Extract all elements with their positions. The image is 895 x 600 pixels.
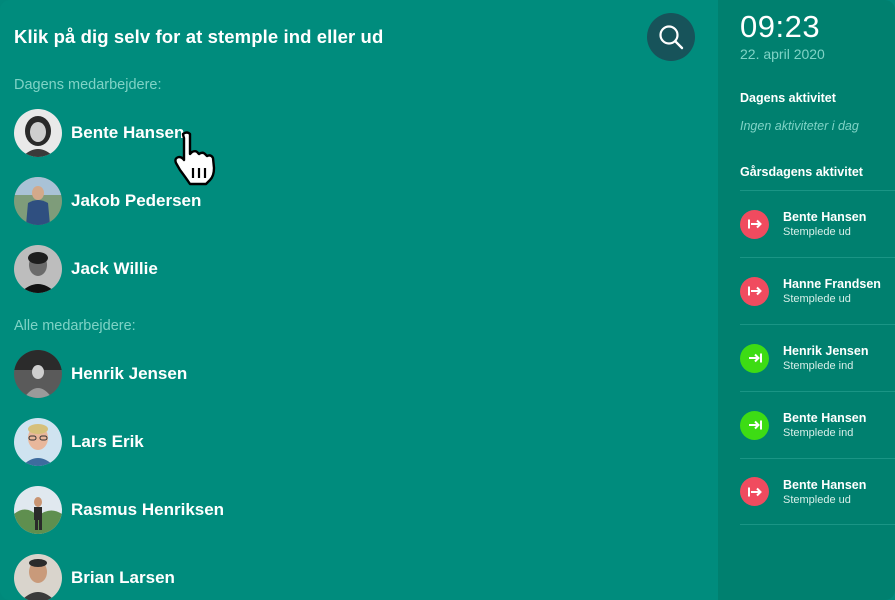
employee-jack-willie[interactable]: Jack Willie bbox=[14, 245, 158, 293]
employee-name: Lars Erik bbox=[71, 432, 144, 451]
avatar bbox=[14, 554, 62, 600]
employee-rasmus-henriksen[interactable]: Rasmus Henriksen bbox=[14, 486, 224, 534]
clock-out-icon bbox=[740, 209, 769, 239]
employee-henrik-jensen[interactable]: Henrik Jensen bbox=[14, 350, 187, 398]
activity-item: Bente Hansen Stemplede ud bbox=[740, 458, 895, 525]
employee-name: Brian Larsen bbox=[71, 568, 175, 587]
clock-out-icon bbox=[740, 477, 769, 506]
employee-name: Jack Willie bbox=[71, 259, 158, 278]
activity-item: Bente Hansen Stemplede ud bbox=[740, 190, 895, 257]
app-window: Klik på dig selv for at stemple ind elle… bbox=[0, 0, 895, 600]
employee-bente-hansen[interactable]: Bente Hansen bbox=[14, 109, 184, 157]
activity-status: Stemplede ud bbox=[783, 293, 851, 305]
activity-name: Bente Hansen bbox=[783, 477, 867, 492]
clock-in-icon bbox=[740, 343, 769, 373]
search-icon bbox=[659, 25, 684, 50]
activity-status: Stemplede ind bbox=[783, 360, 854, 372]
clock-time: 09:23 bbox=[740, 9, 821, 44]
activity-status: Stemplede ud bbox=[783, 226, 851, 238]
activity-name: Henrik Jensen bbox=[783, 344, 869, 358]
today-activity-empty: Ingen aktiviteter i dag bbox=[740, 119, 859, 133]
avatar bbox=[14, 418, 62, 466]
avatar bbox=[14, 486, 62, 534]
clock-out-icon bbox=[740, 276, 769, 306]
all-employees-label: Alle medarbejdere: bbox=[14, 318, 136, 334]
employee-jakob-pedersen[interactable]: Jakob Pedersen bbox=[14, 177, 201, 225]
clock-in-icon bbox=[740, 410, 769, 440]
activity-name: Bente Hansen bbox=[783, 411, 867, 425]
activity-item: Hanne Frandsen Stemplede ud bbox=[740, 257, 895, 324]
today-employees-label: Dagens medarbejdere: bbox=[14, 77, 162, 93]
today-activity-heading: Dagens aktivitet bbox=[740, 91, 836, 105]
activity-list: Bente Hansen Stemplede ud Hanne Frandsen… bbox=[740, 190, 895, 525]
activity-item: Henrik Jensen Stemplede ind bbox=[740, 324, 895, 391]
activity-status: Stemplede ud bbox=[783, 493, 851, 506]
activity-sidebar: 09:23 22. april 2020 Dagens aktivitet In… bbox=[718, 0, 895, 600]
activity-item: Bente Hansen Stemplede ind bbox=[740, 391, 895, 458]
main-panel: Klik på dig selv for at stemple ind elle… bbox=[0, 0, 718, 600]
activity-status: Stemplede ind bbox=[783, 427, 854, 439]
employee-lars-erik[interactable]: Lars Erik bbox=[14, 418, 144, 466]
page-title: Klik på dig selv for at stemple ind elle… bbox=[14, 26, 384, 47]
employee-name: Henrik Jensen bbox=[71, 364, 188, 383]
employee-name: Jakob Pedersen bbox=[71, 191, 202, 210]
avatar bbox=[14, 177, 62, 225]
current-date: 22. april 2020 bbox=[740, 46, 825, 62]
avatar bbox=[14, 245, 62, 293]
activity-name: Bente Hansen bbox=[783, 210, 867, 224]
employee-name: Rasmus Henriksen bbox=[71, 500, 225, 519]
activity-name: Hanne Frandsen bbox=[783, 277, 881, 291]
yesterday-activity-heading: Gårsdagens aktivitet bbox=[740, 165, 863, 179]
employee-name: Bente Hansen bbox=[71, 123, 185, 142]
employee-brian-larsen[interactable]: Brian Larsen bbox=[14, 554, 175, 600]
avatar bbox=[14, 350, 62, 398]
avatar bbox=[14, 109, 62, 157]
search-button[interactable] bbox=[647, 13, 695, 61]
